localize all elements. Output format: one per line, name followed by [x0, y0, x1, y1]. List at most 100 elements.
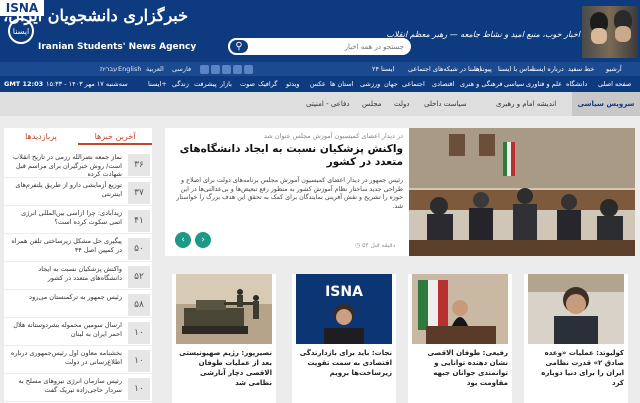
card-photo[interactable] — [528, 274, 624, 344]
instagram-icon[interactable] — [200, 64, 209, 74]
nav-culture[interactable]: فرهنگی و هنری — [460, 76, 502, 92]
item-headline[interactable]: توزیع آزمایشی دارو از طریق پلتفرم‌های ای… — [8, 181, 122, 206]
nav-politics[interactable]: سیاسی — [504, 76, 524, 92]
service-subnav: دفاعی - امنیتی مجلس دولت سیاست داخلی اند… — [0, 92, 640, 116]
nav-progress[interactable]: پیشرفت — [194, 76, 217, 92]
nav-economy[interactable]: اقتصادی — [432, 76, 454, 92]
list-item[interactable]: ۳۶ نماز جمعه نصرالله رزمی در تاریخ انقلا… — [4, 150, 152, 178]
telegram-icon[interactable] — [211, 64, 221, 74]
toplink-links[interactable]: پیوندها — [474, 62, 492, 76]
nav-sports[interactable]: ورزشی — [360, 76, 380, 92]
list-item[interactable]: ۱۰ رئیس سازمان انرژی نیروهای مسلح به سرد… — [4, 374, 152, 402]
featured-story: در دیدار اعضای کمیسیون آموزش مجلس عنوان … — [165, 128, 635, 256]
item-number: ۵۲ — [128, 266, 150, 288]
svg-text:ISNA: ISNA — [325, 284, 363, 300]
list-item[interactable]: ۵۰ پیگیری حل مشکل زیرساختی تلفن همراه در… — [4, 234, 152, 262]
news-card[interactable]: کولیوند: عملیات «وعده صادق ۲» قدرت نظامی… — [524, 274, 628, 403]
nav-audio[interactable]: صوت — [240, 76, 255, 92]
agency-name-fa: خبرگزاری دانشجویان ایران، ایسنا — [0, 6, 188, 25]
header-slogan: اخبار خوب، منبع امید و نشاط جامعه — رهبر… — [386, 30, 580, 39]
nav-isna-plus[interactable]: ایسنا+ — [148, 76, 167, 92]
nav-world[interactable]: جهان — [384, 76, 398, 92]
news-card[interactable]: رفیعی: طوفان الاقصی نشان دهنده توانایی و… — [408, 274, 512, 403]
list-item[interactable]: ۱۰ بخشنامه معاون اول رئیس‌جمهوری درباره … — [4, 346, 152, 374]
clock-icon: ◷ — [355, 242, 361, 249]
carousel-next-button[interactable]: › — [195, 232, 211, 248]
card-title[interactable]: نجات: باید برای بازدارندگی اقتصادی به سم… — [296, 348, 392, 378]
nav-provinces[interactable]: استان ها — [330, 76, 353, 92]
list-item[interactable]: ۴۱ زیدآبادی: چرا ازاسی بین‌المللی انرژی … — [4, 206, 152, 234]
leaders-portrait — [582, 6, 638, 58]
page: ISNA ایسنا خبرگزاری دانشجویان ایران، ایس… — [0, 0, 640, 403]
search-input[interactable] — [252, 40, 404, 53]
nav-graphic[interactable]: گرافیک — [258, 76, 277, 92]
featured-photo[interactable] — [409, 128, 635, 256]
sidebar-tabs: پربازدیدها آخرین خبرها — [4, 128, 152, 145]
item-headline[interactable]: پیگیری حل مشکل زیرساختی تلفن همراه در کم… — [8, 237, 122, 262]
nav-home[interactable]: صفحه اصلی — [598, 76, 631, 92]
lang-farsi[interactable]: فارسی — [172, 62, 191, 76]
carousel-prev-button[interactable]: ‹ — [175, 232, 191, 248]
subnav-defense[interactable]: دفاعی - امنیتی — [306, 92, 349, 116]
toplink-white-line[interactable]: خط سفید — [568, 62, 594, 76]
item-headline[interactable]: ارسال سومین محموله بشردوستانه هلال احمر … — [8, 321, 122, 346]
item-number: ۱۰ — [128, 350, 150, 372]
card-title[interactable]: کولیوند: عملیات «وعده صادق ۲» قدرت نظامی… — [528, 348, 624, 388]
current-date: سه‌شنبه ۱۷ مهر ۱۴۰۳ - ۱۵:۳۳ — [46, 80, 128, 88]
agency-name-en: Iranian Students' News Agency — [38, 42, 197, 52]
subnav-domestic[interactable]: سیاست داخلی — [424, 92, 467, 116]
lang-english[interactable]: English — [118, 62, 141, 76]
news-card[interactable]: ISNA نجات: باید برای بازدارندگی اقتصادی … — [292, 274, 396, 403]
nav-science[interactable]: علم و فناوری — [526, 76, 562, 92]
card-photo[interactable] — [176, 274, 272, 344]
social-icons — [200, 64, 254, 74]
item-number: ۱۰ — [128, 322, 150, 344]
item-number: ۳۷ — [128, 182, 150, 204]
item-headline[interactable]: بخشنامه معاون اول رئیس‌جمهوری درباره اطل… — [8, 349, 122, 374]
nav-university[interactable]: دانشگاه — [566, 76, 587, 92]
featured-title[interactable]: واکنش پزشکیان نسبت به ایجاد دانشگاه‌های … — [173, 143, 403, 169]
search-button[interactable]: ⚲ — [228, 38, 250, 55]
list-item[interactable]: ۵۸ رئیس جمهور به ترکمنستان می‌رود — [4, 290, 152, 318]
card-photo[interactable]: ISNA — [296, 274, 392, 344]
twitter-icon[interactable] — [222, 64, 232, 74]
site-header: ISNA ایسنا خبرگزاری دانشجویان ایران، ایس… — [0, 0, 640, 62]
nav-market[interactable]: بازار — [220, 76, 232, 92]
card-title[interactable]: رفیعی: طوفان الاقصی نشان دهنده توانایی و… — [412, 348, 508, 388]
nav-photo[interactable]: عکس — [310, 76, 326, 92]
card-title[interactable]: نصیرپور: رژیم صهیونیستی بعد از عملیات طو… — [176, 348, 272, 388]
tab-latest-news[interactable]: آخرین خبرها — [78, 128, 152, 145]
list-item[interactable]: ۱۰ ارسال سومین محموله بشردوستانه هلال اح… — [4, 318, 152, 346]
aparat-icon[interactable] — [233, 64, 243, 74]
main-nav: GMT 12:03 سه‌شنبه ۱۷ مهر ۱۴۰۳ - ۱۵:۳۳ ای… — [0, 76, 640, 92]
item-headline[interactable]: رئیس سازمان انرژی نیروهای مسلح به سردار … — [8, 377, 122, 402]
news-card[interactable]: نصیرپور: رژیم صهیونیستی بعد از عملیات طو… — [172, 274, 276, 403]
lang-hebrew[interactable]: עברית — [100, 62, 117, 76]
toplink-isna24[interactable]: ایسنا ۲۴ — [372, 62, 394, 76]
tab-most-viewed[interactable]: پربازدیدها — [4, 128, 78, 145]
featured-kicker: در دیدار اعضای کمیسیون آموزش مجلس عنوان … — [263, 132, 403, 140]
nav-video[interactable]: ویدئو — [286, 76, 300, 92]
list-item[interactable]: ۳۷ توزیع آزمایشی دارو از طریق پلتفرم‌های… — [4, 178, 152, 206]
item-headline[interactable]: واکنش پزشکیان نسبت به ایجاد دانشگاه‌های … — [8, 265, 122, 290]
toplink-about[interactable]: درباره ایسنا — [532, 62, 564, 76]
item-number: ۵۸ — [128, 294, 150, 316]
nav-social[interactable]: اجتماعی — [402, 76, 425, 92]
toplink-social[interactable]: ایسنا در شبکه‌های اجتماعی — [408, 62, 481, 76]
item-headline[interactable]: رئیس جمهور به ترکمنستان می‌رود — [8, 293, 122, 318]
featured-summary: رئیس جمهور در دیدار اعضای کمیسیون آموزش … — [176, 177, 403, 210]
lang-arabic[interactable]: العربیة — [146, 62, 164, 76]
subnav-government[interactable]: دولت — [394, 92, 410, 116]
subnav-parliament[interactable]: مجلس — [362, 92, 382, 116]
rss-icon[interactable] — [244, 64, 254, 74]
toplink-contact[interactable]: تماس با ایسنا — [498, 62, 535, 76]
card-photo[interactable] — [412, 274, 508, 344]
toplink-archive[interactable]: آرشیو — [606, 62, 622, 76]
top-links-bar: עברית English العربیة فارسی ایسنا ۲۴ ایس… — [0, 62, 640, 76]
subnav-leadership[interactable]: اندیشه امام و رهبری — [496, 92, 556, 116]
nav-life[interactable]: زندگی — [172, 76, 189, 92]
list-item[interactable]: ۵۲ واکنش پزشکیان نسبت به ایجاد دانشگاه‌ه… — [4, 262, 152, 290]
service-title[interactable]: سرویس سیاسی — [572, 92, 640, 116]
item-headline[interactable]: زیدآبادی: چرا ازاسی بین‌المللی انرژی اتم… — [8, 209, 122, 234]
item-headline[interactable]: نماز جمعه نصرالله رزمی در تاریخ انقلاب ا… — [8, 153, 122, 178]
